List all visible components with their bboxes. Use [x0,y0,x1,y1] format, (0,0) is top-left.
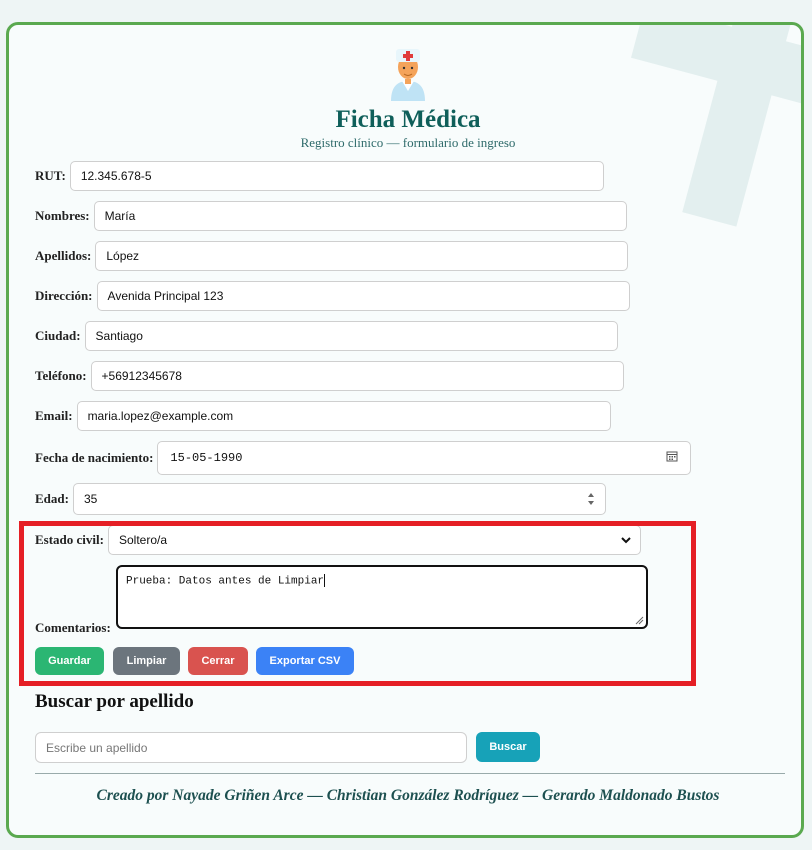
search-input[interactable]: Escribe un apellido [35,732,467,763]
page-title: Ficha Médica [335,106,481,133]
email-label: Email: [35,408,73,423]
nombres-label: Nombres: [35,208,90,223]
fecha-row: Fecha de nacimiento: 15-05-1990 [35,441,692,475]
rut-label: RUT: [35,168,66,183]
ciudad-label: Ciudad: [35,328,81,343]
ciudad-row: Ciudad: Santiago [35,321,618,351]
direccion-row: Dirección: Avenida Principal 123 [35,281,630,311]
fecha-value: 15-05-1990 [170,451,243,465]
form-card: Ficha Médica Registro clínico — formular… [6,22,804,838]
email-field[interactable]: maria.lopez@example.com [76,401,611,431]
number-spinner-icon[interactable] [587,490,595,508]
doctor-icon [391,49,425,101]
edad-row: Edad: 35 [35,483,606,515]
apellidos-row: Apellidos: López [35,241,629,271]
fecha-field[interactable]: 15-05-1990 [157,441,692,475]
rut-field[interactable]: 12.345.678-5 [69,161,604,191]
edad-value: 35 [83,492,98,506]
direccion-label: Dirección: [35,288,93,303]
fecha-label: Fecha de nacimiento: [35,450,154,465]
telefono-label: Teléfono: [35,368,87,383]
divider [35,773,785,774]
nombres-field[interactable]: María [93,201,627,231]
telefono-row: Teléfono: +56912345678 [35,361,624,391]
header: Ficha Médica Registro clínico — formular… [9,45,801,151]
edad-field[interactable]: 35 [72,483,606,515]
ciudad-field[interactable]: Santiago [84,321,618,351]
apellidos-label: Apellidos: [35,248,92,263]
buscar-button[interactable]: Buscar [476,732,540,762]
edad-label: Edad: [35,491,69,506]
email-row: Email: maria.lopez@example.com [35,401,611,431]
page-subtitle: Registro clínico — formulario de ingreso [300,135,516,150]
apellidos-field[interactable]: López [95,241,629,271]
telefono-field[interactable]: +56912345678 [90,361,624,391]
search-title: Buscar por apellido [35,691,194,712]
direccion-field[interactable]: Avenida Principal 123 [96,281,630,311]
calendar-icon[interactable] [666,450,678,462]
rut-row: RUT: 12.345.678-5 [35,161,604,191]
footer-credits: Creado por Nayade Griñen Arce — Christia… [96,787,720,804]
highlight-box [19,521,696,686]
nombres-row: Nombres: María [35,201,627,231]
